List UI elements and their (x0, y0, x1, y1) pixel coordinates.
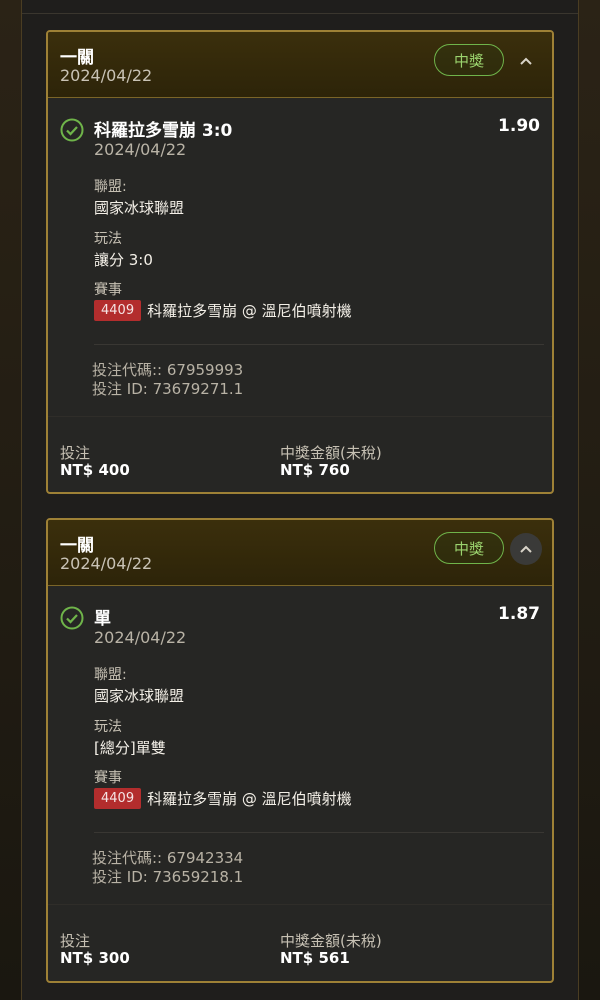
event-id-badge: 4409 (94, 788, 142, 809)
bet-codes: 投注代碼:: 67959993 投注 ID: 73679271.1 (92, 361, 243, 399)
market-label: 玩法 (94, 719, 122, 735)
status-badge: 中獎 (434, 532, 504, 564)
bet-code: 投注代碼:: 67942334 (92, 849, 244, 867)
odds-value: 1.90 (498, 116, 540, 136)
league-label: 聯盟: (94, 667, 127, 683)
event-label: 賽事 (94, 282, 122, 298)
league-label: 聯盟: (94, 179, 127, 195)
event-id-badge: 4409 (94, 300, 142, 321)
odds-value: 1.87 (498, 604, 540, 624)
check-circle-icon (60, 606, 84, 630)
selection-name: 科羅拉多雪崩 3:0 (94, 121, 233, 141)
stake-value: NT$ 300 (60, 949, 130, 967)
bet-date: 2024/04/22 (60, 66, 153, 85)
market-value: 讓分 3:0 (94, 251, 153, 269)
check-circle-icon (60, 118, 84, 142)
bet-card-header[interactable]: 一關 2024/04/22 中獎 (48, 520, 552, 586)
collapse-button[interactable] (510, 45, 542, 77)
bet-type-title: 一關 (60, 536, 94, 556)
chevron-up-icon (520, 545, 532, 553)
league-value: 國家冰球聯盟 (94, 687, 185, 705)
payout-value: NT$ 561 (280, 949, 350, 967)
selection-date: 2024/04/22 (94, 140, 187, 159)
collapse-button[interactable] (510, 533, 542, 565)
bet-card-header[interactable]: 一關 2024/04/22 中獎 (48, 32, 552, 98)
divider (94, 344, 544, 345)
event-name: 科羅拉多雪崩 @ 溫尼伯噴射機 (147, 302, 352, 320)
bet-id: 投注 ID: 73679271.1 (92, 380, 244, 398)
bet-code: 投注代碼:: 67959993 (92, 361, 244, 379)
payout-label: 中獎金額(未稅) (280, 932, 382, 950)
left-border-panel (0, 0, 22, 1000)
payout-label: 中獎金額(未稅) (280, 444, 382, 462)
selection-date: 2024/04/22 (94, 628, 187, 647)
bet-type-title: 一關 (60, 48, 94, 68)
event-name: 科羅拉多雪崩 @ 溫尼伯噴射機 (147, 790, 352, 808)
top-divider (22, 0, 578, 14)
payout-value: NT$ 760 (280, 461, 350, 479)
stake-label: 投注 (60, 932, 91, 950)
summary-divider (48, 416, 552, 417)
event-row: 4409 科羅拉多雪崩 @ 溫尼伯噴射機 (94, 788, 352, 809)
summary-divider (48, 904, 552, 905)
bet-date: 2024/04/22 (60, 554, 153, 573)
bet-card: 一關 2024/04/22 中獎 單 1.87 2024/04/22 聯盟: 國… (46, 518, 554, 983)
bet-history-list: 一關 2024/04/22 中獎 科羅拉多雪崩 3:0 1.90 2024/04… (22, 0, 578, 1000)
divider (94, 832, 544, 833)
stake-value: NT$ 400 (60, 461, 130, 479)
status-badge: 中獎 (434, 44, 504, 76)
event-row: 4409 科羅拉多雪崩 @ 溫尼伯噴射機 (94, 300, 352, 321)
stake-label: 投注 (60, 444, 91, 462)
bet-codes: 投注代碼:: 67942334 投注 ID: 73659218.1 (92, 849, 243, 887)
chevron-up-icon (520, 57, 532, 65)
selection-name: 單 (94, 609, 111, 629)
market-value: [總分]單雙 (94, 739, 166, 757)
league-value: 國家冰球聯盟 (94, 199, 185, 217)
event-label: 賽事 (94, 770, 122, 786)
market-label: 玩法 (94, 231, 122, 247)
bet-card: 一關 2024/04/22 中獎 科羅拉多雪崩 3:0 1.90 2024/04… (46, 30, 554, 494)
bet-id: 投注 ID: 73659218.1 (92, 868, 244, 886)
right-border-panel (578, 0, 600, 1000)
